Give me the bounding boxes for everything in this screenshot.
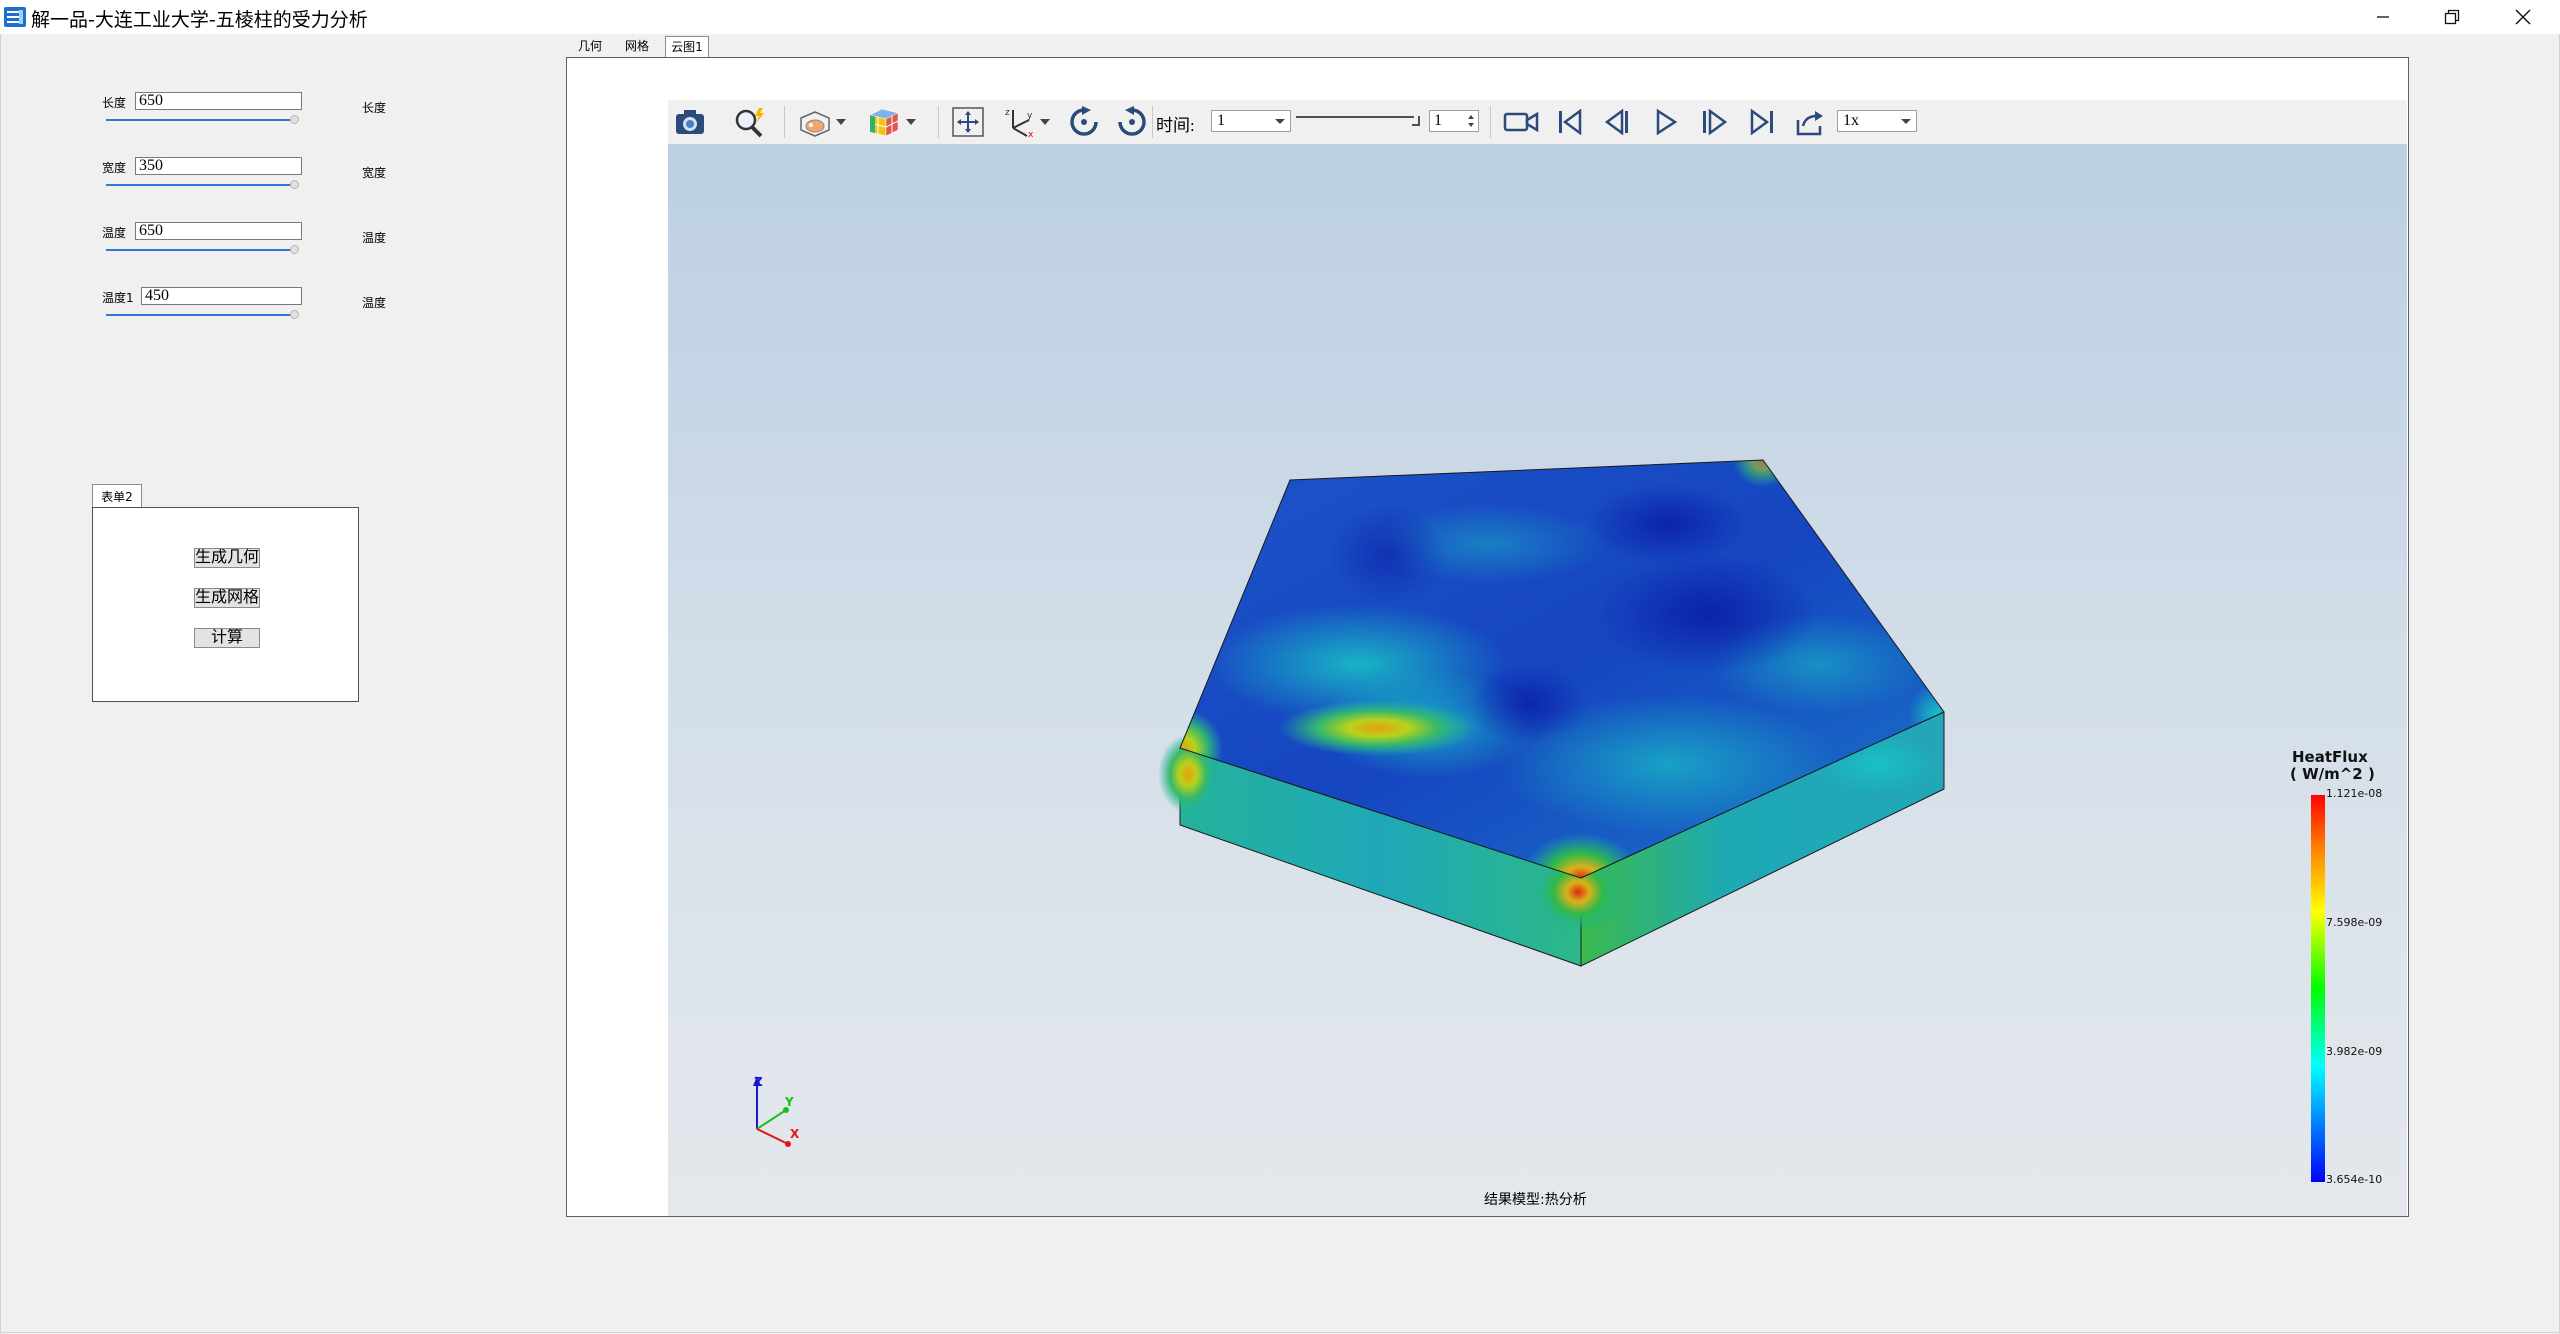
rotate-cw-icon[interactable] — [1066, 104, 1102, 140]
speed-select[interactable]: 1x — [1837, 110, 1917, 132]
generate-geometry-button[interactable]: 生成几何 — [194, 548, 260, 568]
pentagonal-prism-model[interactable]: Z Y X — [668, 144, 2407, 1216]
speed-select-value: 1x — [1843, 112, 1859, 129]
unit-label-width: 宽度 — [362, 166, 387, 180]
export-icon[interactable] — [1792, 104, 1828, 140]
chevron-down-icon — [836, 119, 846, 125]
color-cube-icon[interactable] — [866, 104, 902, 140]
svg-text:x: x — [1028, 130, 1034, 138]
temperature-slider[interactable] — [106, 243, 299, 257]
axis-label-z: Z — [754, 1075, 763, 1089]
svg-text:z: z — [1005, 108, 1010, 118]
last-frame-icon[interactable] — [1744, 104, 1780, 140]
restore-icon — [2444, 9, 2460, 25]
screenshot-camera-icon[interactable] — [672, 104, 708, 140]
frame-spinbox-value: 1 — [1434, 112, 1442, 129]
axis-label-x: X — [790, 1127, 800, 1141]
record-video-icon[interactable] — [1503, 104, 1539, 140]
toolbar-separator — [938, 106, 939, 138]
3d-viewport[interactable]: Z Y X — [668, 144, 2407, 1216]
display-mode-dropdown[interactable] — [834, 104, 848, 140]
length-slider[interactable] — [106, 113, 299, 127]
result-model-caption: 结果模型:热分析 — [1484, 1192, 1587, 1208]
spin-down-icon[interactable] — [1468, 123, 1474, 127]
unit-label-length: 长度 — [362, 101, 387, 115]
restore-button[interactable] — [2422, 0, 2482, 34]
chevron-down-icon — [1040, 119, 1050, 125]
width-slider[interactable] — [106, 178, 299, 192]
axis-view-icon[interactable]: z y x — [1000, 104, 1036, 140]
toolbar-separator — [1152, 106, 1153, 138]
toolbar-separator — [1490, 106, 1491, 138]
unit-label-temperature1: 温度 — [362, 296, 387, 310]
zoom-icon[interactable] — [732, 104, 768, 140]
window-title: 解一品-大连工业大学-五棱柱的受力分析 — [31, 9, 368, 31]
title-bar: 解一品-大连工业大学-五棱柱的受力分析 — [0, 0, 2560, 34]
legend-title: HeatFlux — [2292, 748, 2368, 766]
close-button[interactable] — [2493, 0, 2553, 34]
next-frame-icon[interactable] — [1696, 104, 1732, 140]
display-mode-icon[interactable] — [796, 104, 832, 140]
param-label-length: 长度 — [102, 96, 127, 110]
axis-view-dropdown[interactable] — [1038, 104, 1052, 140]
spin-up-icon[interactable] — [1468, 115, 1474, 119]
legend-unit: ( W/m^2 ) — [2290, 765, 2375, 783]
generate-mesh-button[interactable]: 生成网格 — [194, 588, 260, 608]
first-frame-icon[interactable] — [1552, 104, 1588, 140]
temperature1-slider[interactable] — [106, 308, 299, 322]
temperature1-input[interactable] — [141, 287, 302, 305]
legend-color-bar — [2311, 795, 2325, 1182]
svg-text:y: y — [1027, 111, 1033, 121]
chevron-down-icon — [1901, 119, 1911, 124]
minimize-button[interactable] — [2353, 0, 2413, 34]
frame-spinbox[interactable]: 1 — [1429, 110, 1479, 132]
time-slider[interactable] — [1296, 110, 1420, 132]
color-cube-dropdown[interactable] — [904, 104, 918, 140]
form-tab[interactable]: 表单2 — [92, 484, 142, 508]
legend-tick-low: 3.982e-09 — [2326, 1045, 2383, 1058]
axis-label-y: Y — [784, 1095, 794, 1109]
temperature-input[interactable] — [135, 222, 302, 240]
time-label: 时间: — [1156, 116, 1195, 135]
legend-tick-max: 1.121e-08 — [2326, 787, 2383, 800]
close-icon — [2515, 9, 2531, 25]
tab-mesh[interactable]: 网格 — [617, 36, 657, 57]
param-label-temperature: 温度 — [102, 226, 127, 240]
axes-triad: Z Y X — [753, 1075, 800, 1147]
app-icon — [4, 7, 26, 27]
prev-frame-icon[interactable] — [1600, 104, 1636, 140]
chevron-down-icon — [1275, 119, 1285, 124]
chevron-down-icon — [906, 119, 916, 125]
legend-tick-min: 3.654e-10 — [2326, 1173, 2383, 1186]
tab-contour1[interactable]: 云图1 — [665, 36, 709, 57]
param-label-temperature1: 温度1 — [102, 291, 134, 305]
legend-tick-high: 7.598e-09 — [2326, 916, 2383, 929]
play-icon[interactable] — [1648, 104, 1684, 140]
minimize-icon — [2377, 16, 2389, 18]
rotate-ccw-icon[interactable] — [1114, 104, 1150, 140]
time-select[interactable]: 1 — [1211, 110, 1291, 132]
unit-label-temperature: 温度 — [362, 231, 387, 245]
param-label-width: 宽度 — [102, 161, 127, 175]
tab-geometry[interactable]: 几何 — [570, 36, 610, 57]
width-input[interactable] — [135, 157, 302, 175]
fit-view-icon[interactable] — [950, 104, 986, 140]
compute-button[interactable]: 计算 — [194, 628, 260, 648]
length-input[interactable] — [135, 92, 302, 110]
toolbar-separator — [784, 106, 785, 138]
time-select-value: 1 — [1217, 112, 1225, 129]
